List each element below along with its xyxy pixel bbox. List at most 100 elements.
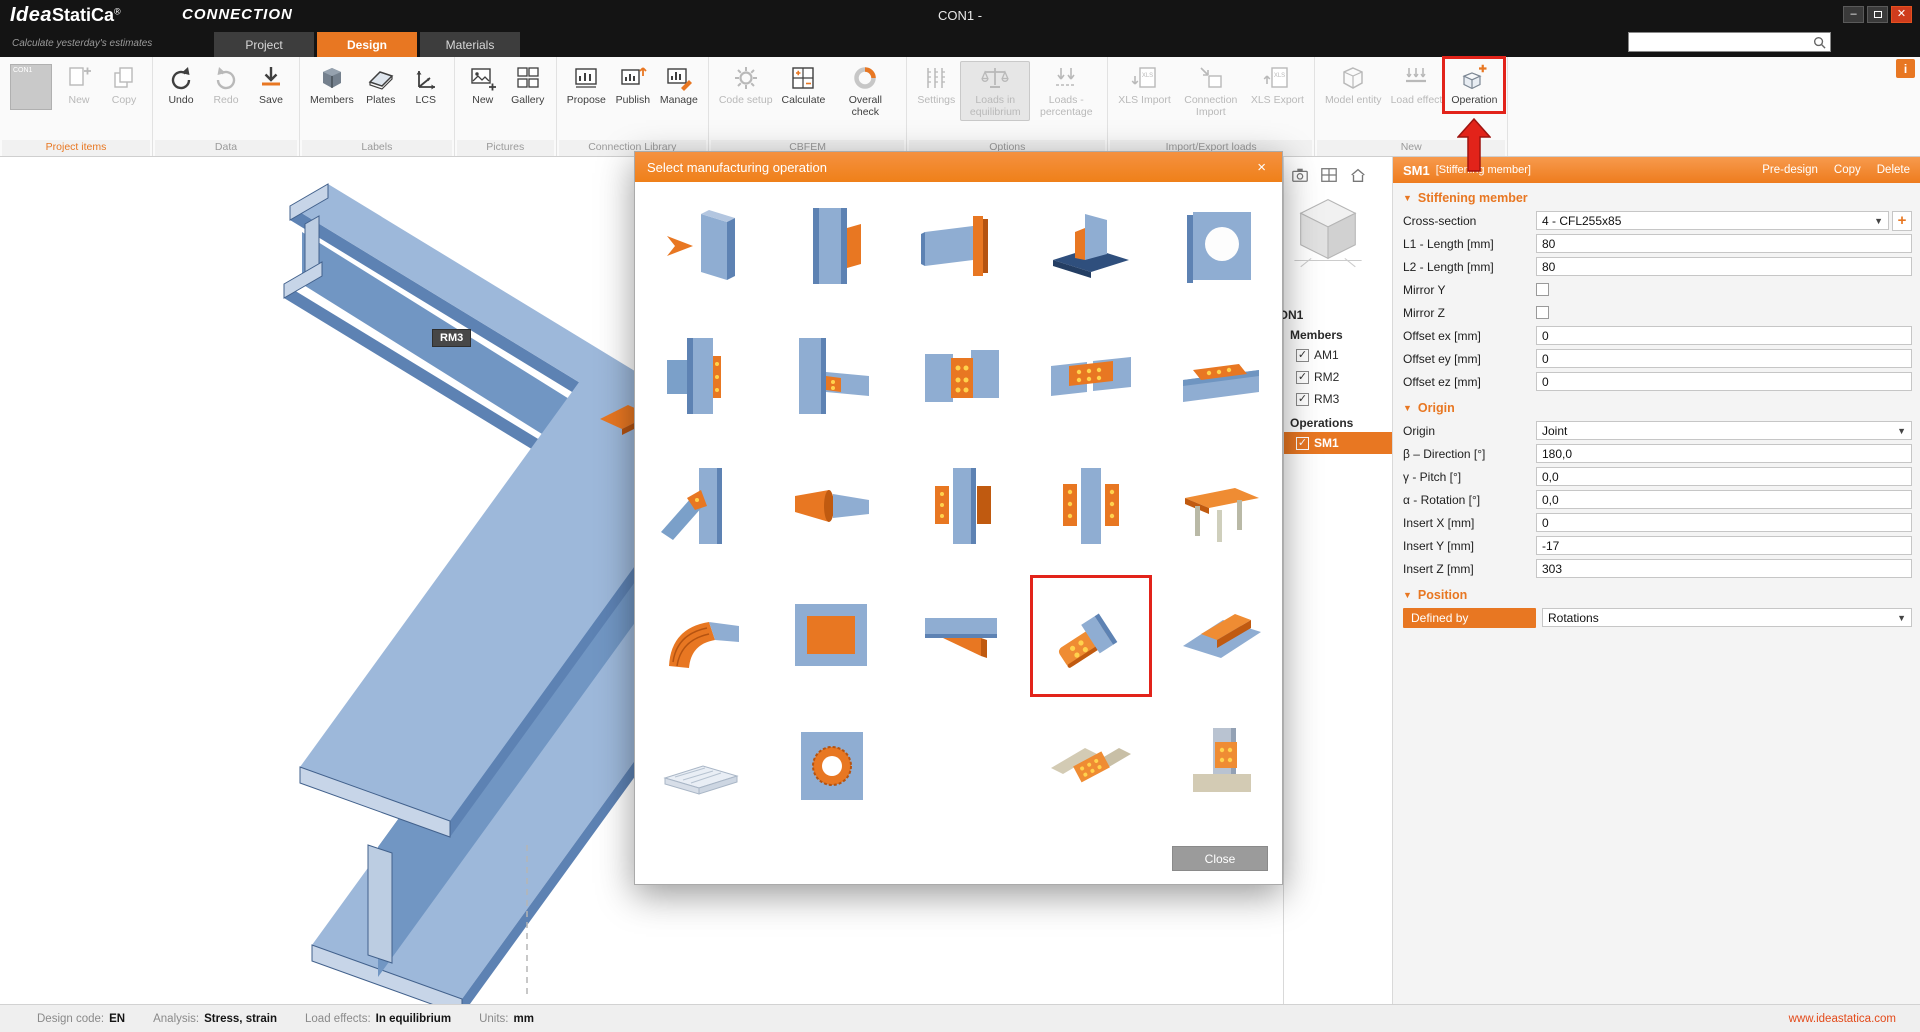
ribbon-button-publish[interactable]: Publish xyxy=(611,61,655,109)
property-value-field[interactable]: 180,0 xyxy=(1536,444,1912,463)
property-value-field[interactable]: 0 xyxy=(1536,326,1912,345)
operation-thumbnail-foundation[interactable] xyxy=(657,722,745,810)
picture-tool-icon[interactable] xyxy=(1289,165,1311,185)
operation-thumbnail-base-plate[interactable] xyxy=(1047,202,1135,290)
maximize-button[interactable] xyxy=(1867,6,1888,23)
section-header-origin[interactable]: ▼Origin xyxy=(1393,396,1920,419)
website-link[interactable]: www.ideastatica.com xyxy=(1789,1013,1896,1025)
ribbon-button-loads-in-equilibrium[interactable]: Loads in equilibrium xyxy=(960,61,1030,121)
operation-thumbnail-fin-plate[interactable] xyxy=(917,332,1005,420)
operation-thumbnail-cone[interactable] xyxy=(787,462,875,550)
ribbon-button-xls-export[interactable]: XLSXLS Export xyxy=(1247,61,1308,109)
operation-thumbnail-gusset-plate[interactable] xyxy=(657,462,745,550)
tree-operation-sm1[interactable]: ✓SM1 xyxy=(1284,432,1392,454)
operation-thumbnail-haunch[interactable] xyxy=(917,592,1005,680)
search-input[interactable] xyxy=(1629,36,1809,48)
property-value-field[interactable]: 80 xyxy=(1536,257,1912,276)
search-box[interactable] xyxy=(1628,32,1831,52)
ribbon-button-plates[interactable]: Plates xyxy=(359,61,403,109)
operation-thumbnail-timber-plate[interactable] xyxy=(1177,722,1265,810)
ribbon-button-new[interactable]: New xyxy=(57,61,101,109)
operation-thumbnail-splice[interactable] xyxy=(1047,332,1135,420)
property-dropdown[interactable]: Joint▼ xyxy=(1536,421,1912,440)
minimize-button[interactable]: – xyxy=(1843,6,1864,23)
operation-thumbnail-plate[interactable] xyxy=(787,592,875,680)
operation-thumbnail-bend[interactable] xyxy=(657,592,745,680)
property-value-field[interactable]: 0 xyxy=(1536,349,1912,368)
operation-thumbnail-stiffening-member[interactable] xyxy=(1047,592,1135,680)
copy-operation-button[interactable]: Copy xyxy=(1834,164,1861,176)
ribbon-button-save[interactable]: Save xyxy=(249,61,293,109)
search-icon[interactable] xyxy=(1809,36,1830,49)
ribbon-button-operation[interactable]: Operation xyxy=(1447,61,1501,109)
ribbon-button-code-setup[interactable]: Code setup xyxy=(715,61,777,109)
ribbon-button-lcs[interactable]: LCS xyxy=(404,61,448,109)
section-collapse-icon[interactable]: ▼ xyxy=(1403,403,1412,413)
delete-operation-button[interactable]: Delete xyxy=(1877,164,1910,176)
section-header-position[interactable]: ▼Position xyxy=(1393,583,1920,606)
operation-thumbnail-cleat[interactable] xyxy=(787,332,875,420)
ribbon-button-xls-import[interactable]: XLSXLS Import xyxy=(1114,61,1175,109)
tree-root-con1[interactable]: CON1 xyxy=(1270,308,1378,322)
property-value-field[interactable]: 0 xyxy=(1536,513,1912,532)
home-view-icon[interactable] xyxy=(1347,165,1369,185)
checkbox-checked-icon[interactable]: ✓ xyxy=(1296,393,1309,406)
dialog-close-icon[interactable]: × xyxy=(1253,159,1270,176)
ribbon-button-redo[interactable]: Redo xyxy=(204,61,248,109)
operation-thumbnail-wedge-plate[interactable] xyxy=(1177,592,1265,680)
tree-members-header[interactable]: Members xyxy=(1284,322,1392,344)
property-value-field[interactable]: 0 xyxy=(1536,372,1912,391)
operation-thumbnail-side-plates[interactable] xyxy=(917,462,1005,550)
add-cross-section-button[interactable]: + xyxy=(1892,211,1912,231)
ribbon-button-undo[interactable]: Undo xyxy=(159,61,203,109)
dialog-close-button[interactable]: Close xyxy=(1172,846,1268,871)
ribbon-button-load-effect[interactable]: Load effect xyxy=(1387,61,1447,109)
tree-member-rm3[interactable]: ✓RM3 xyxy=(1284,388,1392,410)
tab-design[interactable]: Design xyxy=(317,32,417,57)
tab-materials[interactable]: Materials xyxy=(420,32,520,57)
pre-design-button[interactable]: Pre-design xyxy=(1762,164,1818,176)
operation-thumbnail-opening[interactable] xyxy=(1177,202,1265,290)
ribbon-button-connection-import[interactable]: Connection Import xyxy=(1176,61,1246,121)
tree-operations-header[interactable]: Operations xyxy=(1284,410,1392,432)
property-value-field[interactable]: 303 xyxy=(1536,559,1912,578)
section-collapse-icon[interactable]: ▼ xyxy=(1403,590,1412,600)
view-cube[interactable] xyxy=(1286,187,1370,271)
property-checkbox[interactable] xyxy=(1536,283,1549,296)
property-value-field[interactable]: 0,0 xyxy=(1536,490,1912,509)
property-dropdown[interactable]: 4 - CFL255x85▼ xyxy=(1536,211,1889,230)
ribbon-button-propose[interactable]: Propose xyxy=(563,61,610,109)
property-value-field[interactable]: 80 xyxy=(1536,234,1912,253)
operation-thumbnail-timber-joint[interactable] xyxy=(1047,722,1135,810)
member-label-rm3[interactable]: RM3 xyxy=(432,329,471,347)
property-dropdown[interactable]: Rotations▼ xyxy=(1542,608,1912,627)
tab-project[interactable]: Project xyxy=(214,32,314,57)
dialog-title-bar[interactable]: Select manufacturing operation × xyxy=(635,152,1282,182)
split-view-icon[interactable] xyxy=(1318,165,1340,185)
section-header-stiffening-member[interactable]: ▼Stiffening member xyxy=(1393,186,1920,209)
operation-thumbnail-bolted-side-plates[interactable] xyxy=(1047,462,1135,550)
checkbox-checked-icon[interactable]: ✓ xyxy=(1296,349,1309,362)
tree-member-am1[interactable]: ✓AM1 xyxy=(1284,344,1392,366)
ribbon-button-copy[interactable]: Copy xyxy=(102,61,146,109)
checkbox-checked-icon[interactable]: ✓ xyxy=(1296,371,1309,384)
ribbon-button-con1[interactable]: CON1 xyxy=(6,61,56,113)
operation-thumbnail-pipe-opening[interactable] xyxy=(787,722,875,810)
ribbon-button-gallery[interactable]: Gallery xyxy=(506,61,550,109)
ribbon-button-members[interactable]: Members xyxy=(306,61,358,109)
operation-thumbnail-end-plate[interactable] xyxy=(917,202,1005,290)
defined-by-button[interactable]: Defined by xyxy=(1403,608,1536,628)
ribbon-button-settings[interactable]: Settings xyxy=(913,61,959,109)
operation-thumbnail-connecting-plate[interactable] xyxy=(657,332,745,420)
section-collapse-icon[interactable]: ▼ xyxy=(1403,193,1412,203)
tree-member-rm2[interactable]: ✓RM2 xyxy=(1284,366,1392,388)
property-value-field[interactable]: -17 xyxy=(1536,536,1912,555)
ribbon-button-overall-check[interactable]: Overall check xyxy=(830,61,900,121)
ribbon-button-model-entity[interactable]: Model entity xyxy=(1321,61,1386,109)
property-value-field[interactable]: 0,0 xyxy=(1536,467,1912,486)
operation-thumbnail-cut-of-member[interactable] xyxy=(657,202,745,290)
ribbon-button-loads-percentage[interactable]: Loads - percentage xyxy=(1031,61,1101,121)
ribbon-button-calculate[interactable]: Calculate xyxy=(778,61,830,109)
operation-thumbnail-stiffener[interactable] xyxy=(787,202,875,290)
operation-thumbnail-platform[interactable] xyxy=(1177,462,1265,550)
